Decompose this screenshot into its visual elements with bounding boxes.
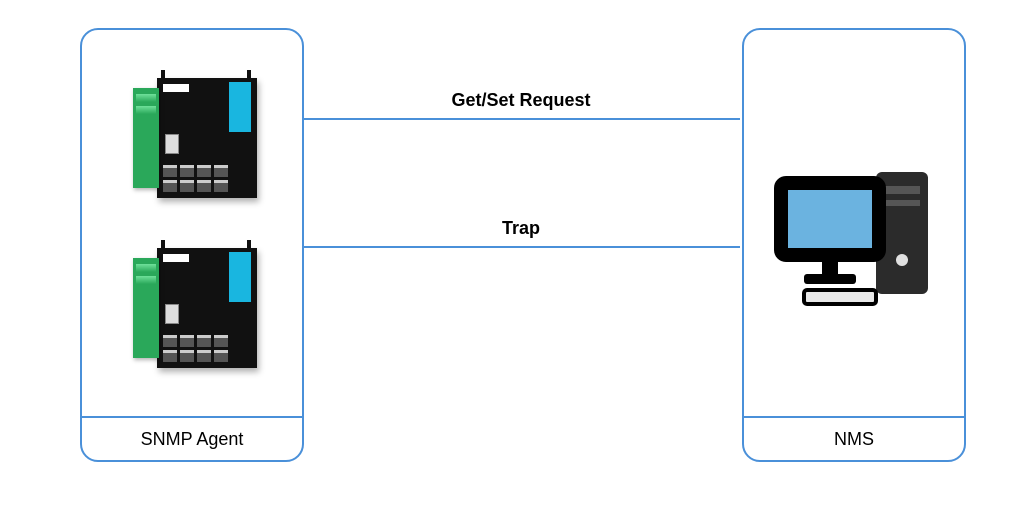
nms-label: NMS <box>744 418 964 460</box>
link-trap-label: Trap <box>302 218 740 239</box>
computer-icon <box>764 140 944 320</box>
snmp-agent-node: SNMP Agent <box>80 28 304 462</box>
link-request-line <box>302 118 740 120</box>
router-device-icon <box>117 60 267 210</box>
router-device-icon <box>117 230 267 380</box>
link-trap-line <box>302 246 740 248</box>
snmp-agent-label: SNMP Agent <box>82 418 302 460</box>
link-request-label: Get/Set Request <box>302 90 740 111</box>
nms-node: NMS <box>742 28 966 462</box>
